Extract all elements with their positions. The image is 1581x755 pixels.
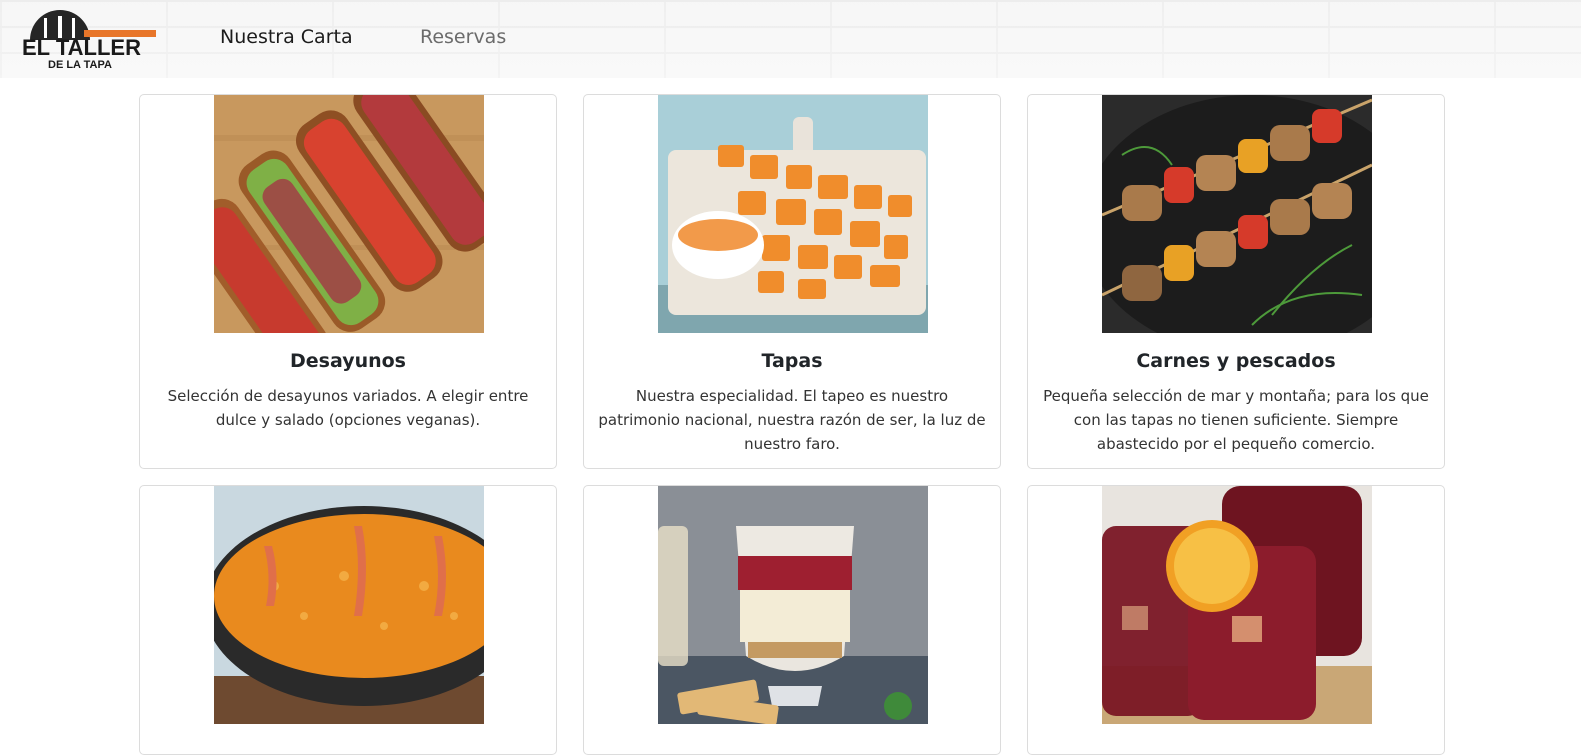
nav-reservas[interactable]: Reservas bbox=[420, 26, 506, 48]
patatas-bravas-photo bbox=[658, 95, 928, 333]
menu-card-paella[interactable] bbox=[139, 485, 557, 755]
card-title: Desayunos bbox=[289, 350, 406, 372]
nav-nuestra-carta[interactable]: Nuestra Carta bbox=[220, 26, 353, 48]
menu-card-postres[interactable] bbox=[583, 485, 1001, 755]
card-title: Carnes y pescados bbox=[1136, 350, 1336, 372]
card-title: Tapas bbox=[761, 350, 823, 372]
menu-card-tapas[interactable]: Tapas Nuestra especialidad. El tapeo es … bbox=[583, 94, 1001, 469]
card-description: Selección de desayunos variados. A elegi… bbox=[167, 387, 529, 429]
logo-graphic: EL TALLER DE LA TAPA bbox=[22, 10, 156, 71]
paella-photo bbox=[214, 486, 484, 724]
menu-card-carnes-y-pescados[interactable]: Carnes y pescados Pequeña selección de m… bbox=[1027, 94, 1445, 469]
dessert-glass-photo bbox=[658, 486, 928, 724]
card-description: Pequeña selección de mar y montaña; para… bbox=[1043, 387, 1429, 453]
site-header: EL TALLER DE LA TAPA Nuestra Carta Reser… bbox=[0, 0, 1581, 78]
bruschetta-toasts-photo bbox=[214, 95, 484, 333]
menu-card-desayunos[interactable]: Desayunos Selección de desayunos variado… bbox=[139, 94, 557, 469]
menu-card-bebidas[interactable] bbox=[1027, 485, 1445, 755]
card-description: Nuestra especialidad. El tapeo es nuestr… bbox=[598, 387, 986, 453]
svg-text:EL TALLER: EL TALLER bbox=[22, 35, 141, 60]
sangria-photo bbox=[1102, 486, 1372, 724]
svg-text:DE LA TAPA: DE LA TAPA bbox=[48, 59, 112, 71]
site-logo[interactable]: EL TALLER DE LA TAPA bbox=[22, 6, 162, 72]
skewers-photo bbox=[1102, 95, 1372, 333]
